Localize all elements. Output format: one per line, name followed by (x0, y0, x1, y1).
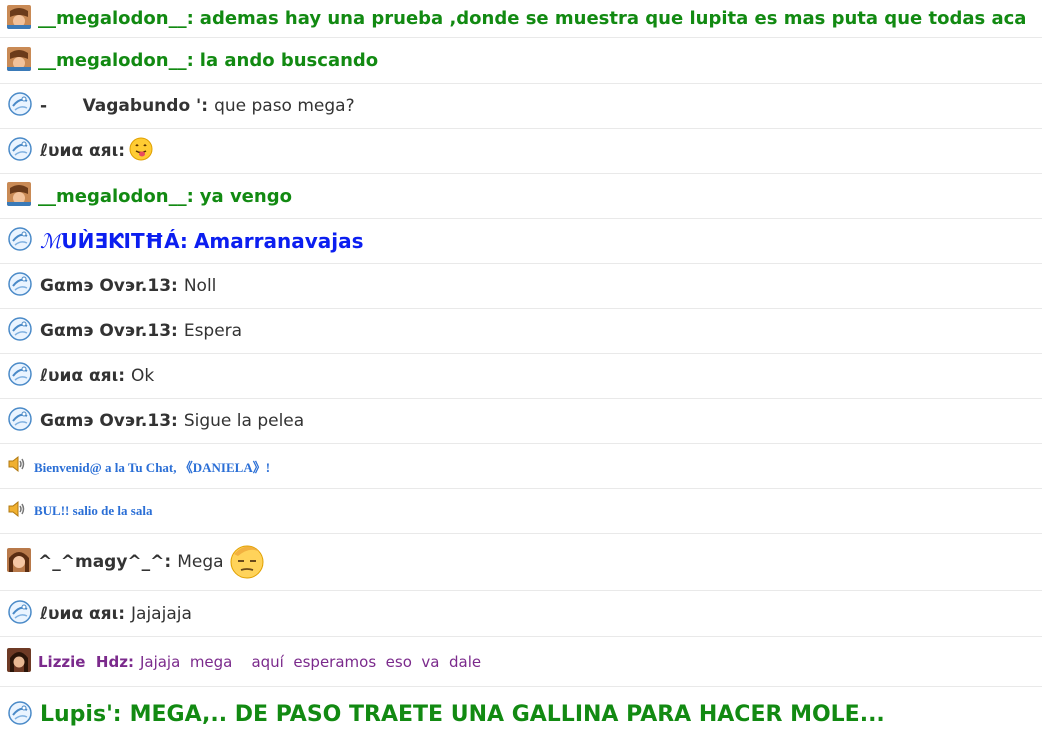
chat-message: ℓυиα αяι: Ok (0, 354, 1042, 399)
chat-message: Gαmэ Ovэr.13: Sigue la pelea (0, 399, 1042, 444)
message-text: ademas hay una prueba ,donde se muestra … (199, 8, 1027, 29)
chat-message: ℳ UЍƎƘITĦÁ: Amarranavajas (0, 219, 1042, 264)
megalodon-avatar-icon[interactable] (7, 46, 31, 75)
globe-avatar-icon[interactable] (7, 700, 33, 730)
tongue-emoji-icon (129, 137, 153, 165)
message-nick[interactable]: __megalodon__: (38, 8, 194, 29)
message-nick[interactable]: - Vagabundo ': (40, 96, 208, 116)
message-text: Sigue la pelea (183, 411, 305, 431)
system-message: Bienvenid@ a la Tu Chat, 《DANIELA》! (0, 444, 1042, 489)
message-nick[interactable]: Gαmэ Ovэr.13: (40, 411, 178, 431)
chat-message: - Vagabundo ': que paso mega? (0, 84, 1042, 129)
message-text: Ok (131, 366, 155, 386)
chat-message: __megalodon__: ya vengo (0, 174, 1042, 219)
globe-avatar-icon[interactable] (7, 91, 33, 121)
message-text: que paso mega? (214, 96, 355, 116)
message-text: Noll (183, 276, 217, 296)
system-message: BUL!! salio de la sala (0, 489, 1042, 534)
message-text: Espera (183, 321, 243, 341)
chat-message: ℓυиα αяι: Jajajaja (0, 591, 1042, 637)
megalodon-avatar-icon[interactable] (7, 182, 31, 210)
message-nick[interactable]: UЍƎƘITĦÁ: (61, 229, 188, 253)
chat-message: Lizzie Hdz: Jajaja mega aquí esperamos e… (0, 637, 1042, 687)
chat-message: __megalodon__: ademas hay una prueba ,do… (0, 0, 1042, 38)
sleepy-emoji-icon (228, 540, 266, 584)
megalodon-avatar-icon[interactable] (7, 4, 31, 33)
globe-avatar-icon[interactable] (7, 316, 33, 346)
globe-avatar-icon[interactable] (7, 136, 33, 166)
chat-message: ^_^magy^_^: Mega (0, 534, 1042, 591)
message-nick-fancy[interactable]: ℳ (40, 229, 61, 253)
speaker-icon (7, 455, 27, 477)
message-nick[interactable]: ℓυиα αяι: (40, 604, 125, 624)
message-text: Jajaja mega aquí esperamos eso va dale (139, 652, 482, 671)
globe-avatar-icon[interactable] (7, 406, 33, 436)
message-nick[interactable]: Lizzie Hdz: (38, 653, 134, 671)
message-nick[interactable]: ^_^magy^_^: (38, 552, 171, 572)
lizzie-avatar-icon[interactable] (7, 647, 31, 676)
magy-avatar-icon[interactable] (7, 548, 31, 576)
message-nick[interactable]: Gαmэ Ovэr.13: (40, 276, 178, 296)
globe-avatar-icon[interactable] (7, 271, 33, 301)
globe-avatar-icon[interactable] (7, 599, 33, 629)
message-text: la ando buscando (199, 50, 379, 71)
speaker-icon (7, 500, 27, 522)
system-text: Bienvenid@ a la Tu Chat, 《DANIELA》! (34, 459, 271, 475)
message-text: Jajajaja (131, 603, 192, 624)
chat-message: Gαmэ Ovэr.13: Noll (0, 264, 1042, 309)
message-nick[interactable]: __megalodon__: (38, 186, 194, 207)
globe-avatar-icon[interactable] (7, 361, 33, 391)
message-nick[interactable]: ℓυиα αяι: (40, 141, 125, 161)
message-nick[interactable]: Gαmэ Ovэr.13: (40, 321, 178, 341)
globe-avatar-icon[interactable] (7, 226, 33, 256)
chat-message: Gαmэ Ovэr.13: Espera (0, 309, 1042, 354)
chat-message: ℓυиα αяι: (0, 129, 1042, 174)
system-text: BUL!! salio de la sala (34, 503, 153, 518)
message-nick[interactable]: ℓυиα αяι: (40, 366, 125, 386)
chat-log: __megalodon__: ademas hay una prueba ,do… (0, 0, 1042, 738)
message-nick[interactable]: Lupis': (40, 702, 122, 727)
chat-message: Lupis': MEGA,.. DE PASO TRAETE UNA GALLI… (0, 687, 1042, 742)
chat-message: __megalodon__: la ando buscando (0, 38, 1042, 84)
message-text: ya vengo (199, 185, 292, 207)
message-text: Mega (177, 552, 224, 572)
message-text: MEGA,.. DE PASO TRAETE UNA GALLINA PARA … (129, 702, 885, 727)
message-text: Amarranavajas (193, 229, 364, 253)
message-nick[interactable]: __megalodon__: (38, 50, 194, 71)
